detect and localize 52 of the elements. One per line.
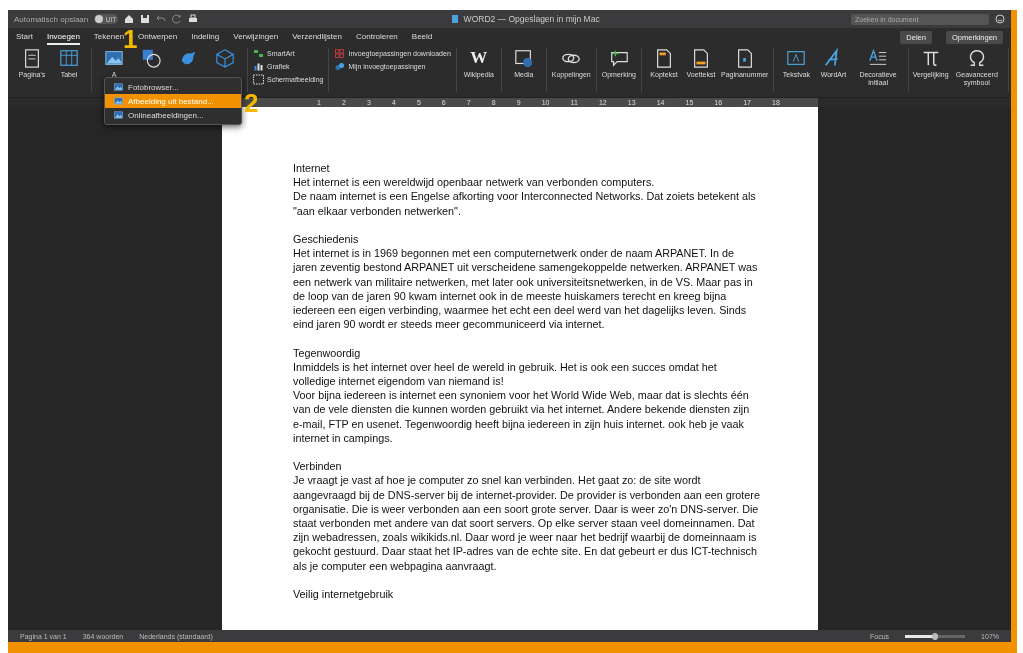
home-icon[interactable] xyxy=(124,14,135,24)
dropcap-icon xyxy=(868,48,889,68)
smiley-icon[interactable] xyxy=(995,14,1005,24)
ribbon-tab[interactable]: Beeld xyxy=(411,29,433,45)
grid-icon xyxy=(334,48,346,59)
redo-icon[interactable] xyxy=(172,14,183,24)
circles-icon xyxy=(334,61,346,72)
ribbon-tab[interactable]: Ontwerpen xyxy=(138,29,178,45)
ribbon-tab[interactable]: Tekenen xyxy=(93,29,125,45)
section-heading: Tegenwoordig xyxy=(293,345,362,360)
autosave-label: Automatisch opslaan xyxy=(14,14,89,24)
menu-item[interactable]: Fotobrowser... xyxy=(105,80,241,94)
paragraph: Het internet is een wereldwijd openbaar netwerk van verbonden computers. xyxy=(293,175,656,190)
save-icon[interactable] xyxy=(140,14,151,24)
section-heading: Internet xyxy=(293,161,331,176)
footer-icon xyxy=(691,48,711,68)
header-icon xyxy=(654,48,674,68)
section-heading: Geschiedenis xyxy=(293,232,360,247)
shapes-icon xyxy=(141,48,161,68)
picture-icon xyxy=(104,48,124,68)
screenshot-icon xyxy=(253,74,264,85)
cube-icon xyxy=(215,48,235,68)
document-icon xyxy=(449,14,460,24)
smartart-icon xyxy=(253,48,264,59)
ribbon-tab[interactable]: Indeling xyxy=(191,29,220,45)
textbox-icon xyxy=(786,48,807,68)
bar-chart-icon xyxy=(253,61,264,72)
page-icon xyxy=(22,48,42,68)
step-number: 1 xyxy=(123,26,138,52)
zoom-slider[interactable] xyxy=(905,634,966,638)
print-icon[interactable] xyxy=(188,14,199,24)
section-heading: Verbinden xyxy=(293,459,343,474)
comment-icon xyxy=(608,48,629,68)
picture-icon xyxy=(113,96,124,106)
section-heading: Veilig internetgebruik xyxy=(293,587,395,602)
picture-icon xyxy=(113,82,124,92)
menu-item[interactable]: Onlineafbeeldingen... xyxy=(105,108,241,122)
paragraph: Het internet is in 1969 begonnen met een computernetwerk onder de naam ARPANET. In de jaren zeventig bestond ARPANET uit verscheidene samengekoppelde netwerken. ARPANET was een netwerk van militaire netwerken, met later ook universiteitsnetwerken, in de VS. Maar pas in de loop van de jaren 90 kwam internet ook in de meeste huiskamers terecht en kreeg bijna iedereen een eigen verbinding, waarmee het echt een deel werd van het dagelijks leven. Sinds eind jaren 90 wordt er steeds meer gecommuniceerd via internet. xyxy=(293,246,759,332)
media-icon xyxy=(513,48,534,68)
paragraph: Inmiddels is het internet over heel de wereld in gebruik. Het is ook een succes omdat het volledige internet eigendom van niemand is! xyxy=(293,359,718,389)
ribbon-tab[interactable]: Start xyxy=(16,29,33,45)
undo-icon[interactable] xyxy=(156,14,167,24)
ribbon-tab[interactable]: Invoegen xyxy=(46,29,80,45)
ribbon-tab[interactable]: Controleren xyxy=(356,29,398,45)
ribbon-tab[interactable]: Verzendlijsten xyxy=(292,29,342,45)
paragraph: Voor bijna iedereen is internet een synoniem voor het World Wide Web, maar dat is slechts één van de vele diensten die kunnen worden gebruikt via het internet. Andere bekende diensten zijn e-mail, FTP en usenet. Tegenwoordig heeft bijna iedereen in zijn huis internet. ook heb je vaak internet in campings. xyxy=(293,388,751,446)
ribbon-tab[interactable]: Verwijzingen xyxy=(233,29,279,45)
window-title: WORD2 — Opgeslagen in mijn Mac xyxy=(463,14,600,24)
paragraph: Je vraagt je vast af hoe je computer zo snel kan verbinden. Het gaat zo: de site wordt aangevraagd bij de DNS-server bij de internet-provider. De provider is verbonden aan een grotere organisatie. Die is weer verbonden aan een soort grote server. Daar is weer zo'n DNS-server. Die staat verbonden met andere van dat soort servers. Op elke server staan veel domeinnamen. Dat zijn webadressen, zoals wikikids.nl. Daar word je weer naar het bedrijf waarbij de domeinnaam is gekocht gestuurd. Daar staat het IP-adres van de echte site. En dat gebeurt er dus ICT-technisch als je computer een webpagina aanvraagt. xyxy=(293,473,760,573)
table-icon xyxy=(59,48,79,68)
paragraph: De naam internet is een Engelse afkorting voor Interconnected Networks. Dat zoiets betekent als "aan elkaar verbonden netwerken". xyxy=(293,189,757,218)
picture-icon xyxy=(113,110,124,120)
